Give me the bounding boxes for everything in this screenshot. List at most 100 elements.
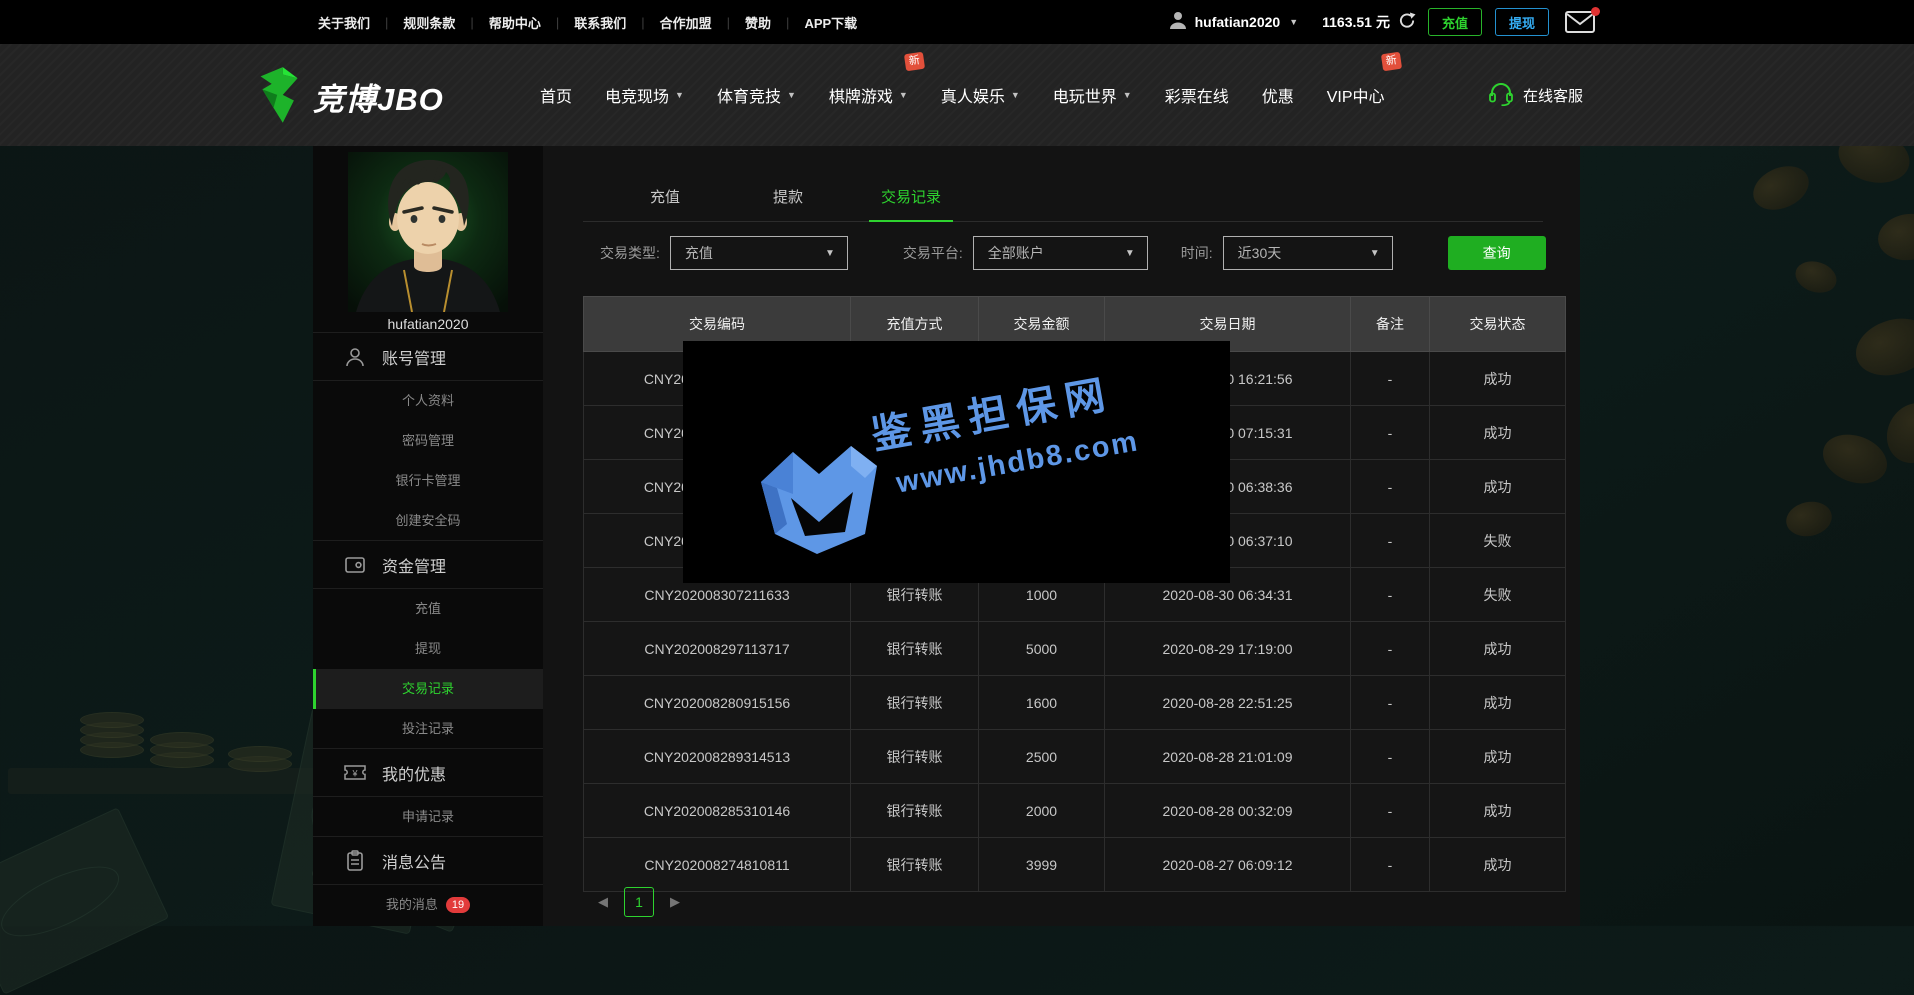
filter-select-transaction-type[interactable]: 充值 ▼ (670, 236, 848, 270)
coupon-icon: ¥ (343, 761, 367, 785)
nav-item-label: VIP中心 (1327, 83, 1385, 107)
filter-label: 交易类型: (600, 243, 660, 263)
nav-item-vip-center[interactable]: VIP中心新 (1327, 83, 1385, 107)
nav-item-promotions[interactable]: 优惠 (1262, 83, 1294, 107)
filter-group-time-range: 时间:近30天▼ (1181, 236, 1393, 270)
chevron-down-icon: ▼ (1370, 248, 1380, 259)
avatar[interactable] (348, 152, 508, 312)
mail-icon[interactable] (1565, 11, 1595, 33)
sidebar-item-bank-cards[interactable]: 银行卡管理 (313, 461, 543, 501)
nav-item-live-casino[interactable]: 真人娱乐▼ (941, 83, 1020, 107)
table-cell: - (1351, 406, 1430, 460)
top-link-sponsor[interactable]: 赞助 (745, 13, 771, 32)
user-icon (1168, 10, 1188, 35)
top-link-contact[interactable]: 联系我们 (574, 13, 626, 32)
sidebar-item-bet-records[interactable]: 投注记录 (313, 709, 543, 749)
nav-item-label: 首页 (540, 83, 572, 107)
table-cell: 银行转账 (851, 730, 979, 784)
sidebar-item-withdraw[interactable]: 提现 (313, 629, 543, 669)
next-page-icon[interactable]: ▶ (670, 894, 680, 910)
filter-select-time-range[interactable]: 近30天 ▼ (1223, 236, 1393, 270)
online-service[interactable]: 在线客服 (1488, 44, 1583, 146)
separator: | (727, 15, 730, 30)
sidebar-item-profile[interactable]: 个人资料 (313, 381, 543, 421)
nav-item-label: 彩票在线 (1165, 83, 1229, 107)
nav-item-arcade[interactable]: 电玩世界▼ (1053, 83, 1132, 107)
filter-selected-value: 充值 (685, 243, 713, 263)
table-cell: 成功 (1430, 460, 1566, 514)
sidebar-item-applications[interactable]: 申请记录 (313, 797, 543, 837)
nav-item-sports[interactable]: 体育竞技 ▼ (717, 83, 796, 107)
sidebar-section-label: 资金管理 (382, 553, 446, 577)
nav-item-lottery[interactable]: 彩票在线 (1165, 83, 1229, 107)
deposit-button[interactable]: 充值 (1428, 8, 1482, 36)
query-button[interactable]: 查询 (1448, 236, 1546, 270)
nav-item-label: 体育竞技 (717, 83, 781, 107)
table-cell: 失败 (1430, 568, 1566, 622)
balance-currency: 元 (1376, 12, 1390, 32)
withdraw-button[interactable]: 提现 (1495, 8, 1549, 36)
watermark-overlay: 鉴黑担保网 www.jhdb8.com (683, 341, 1230, 583)
nav-item-esports-live[interactable]: 电竞现场▼ (605, 83, 684, 107)
chevron-down-icon: ▼ (787, 90, 796, 100)
table-cell: 银行转账 (851, 676, 979, 730)
prev-page-icon[interactable]: ◀ (598, 894, 608, 910)
table-cell: - (1351, 838, 1430, 892)
top-link-about[interactable]: 关于我们 (318, 13, 370, 32)
table-cell: - (1351, 730, 1430, 784)
pagination: ◀ 1 ▶ (598, 887, 680, 917)
filter-group-transaction-type: 交易类型: 充值 ▼ (600, 236, 848, 270)
top-link-help[interactable]: 帮助中心 (489, 13, 541, 32)
balance-amount: 1163.51 (1322, 14, 1372, 30)
sidebar-section-funds[interactable]: 资金管理 (313, 540, 543, 589)
table-row: CNY202008285310146银行转账20002020-08-28 00:… (584, 784, 1566, 838)
chevron-down-icon: ▼ (825, 248, 835, 259)
logo-text: 竞博JBO (313, 74, 444, 119)
tab-deposit[interactable]: 充值 (610, 178, 720, 221)
table-cell: - (1351, 568, 1430, 622)
table-cell: 失败 (1430, 514, 1566, 568)
sidebar-item-password[interactable]: 密码管理 (313, 421, 543, 461)
filter-select-platform[interactable]: 全部账户▼ (973, 236, 1148, 270)
top-link-partners[interactable]: 合作加盟 (660, 13, 712, 32)
refresh-balance-icon[interactable] (1399, 12, 1416, 34)
nav-item-board-games[interactable]: 棋牌游戏▼新 (829, 83, 908, 107)
sidebar-section-messages[interactable]: 消息公告 (313, 836, 543, 885)
table-cell: CNY202008274810811 (584, 838, 851, 892)
table-row: CNY202008280915156银行转账16002020-08-28 22:… (584, 676, 1566, 730)
user-menu[interactable]: hufatian2020 ▼ (1168, 10, 1299, 35)
table-cell: 2020-08-28 00:32:09 (1105, 784, 1351, 838)
user-icon (343, 345, 367, 369)
table-row: CNY202008297113717银行转账50002020-08-29 17:… (584, 622, 1566, 676)
sidebar-section-label: 账号管理 (382, 345, 446, 369)
chevron-down-icon: ▼ (1125, 248, 1135, 259)
tab-transactions[interactable]: 交易记录 (856, 178, 966, 221)
table-row: CNY202008274810811银行转账39992020-08-27 06:… (584, 838, 1566, 892)
table-cell: 银行转账 (851, 838, 979, 892)
nav-item-home[interactable]: 首页 (540, 83, 572, 107)
svg-text:¥: ¥ (351, 769, 358, 779)
sidebar-item-security-code[interactable]: 创建安全码 (313, 501, 543, 541)
sidebar-section-promos[interactable]: ¥我的优惠 (313, 748, 543, 797)
sidebar-section-account[interactable]: 账号管理 (313, 332, 543, 381)
page-number[interactable]: 1 (624, 887, 654, 917)
sidebar-item-transactions[interactable]: 交易记录 (313, 669, 543, 709)
filter-selected-value: 近30天 (1238, 243, 1282, 263)
tab-withdrawal[interactable]: 提款 (733, 178, 843, 221)
top-link-rules[interactable]: 规则条款 (403, 13, 455, 32)
column-header: 交易状态 (1430, 297, 1566, 352)
top-utility-bar: 关于我们|规则条款|帮助中心|联系我们|合作加盟|赞助|APP下载 hufati… (0, 0, 1914, 44)
nav-item-label: 真人娱乐 (941, 83, 1005, 107)
filter-bar: 交易类型:充值▼交易平台:全部账户▼时间:近30天▼ 查询 (583, 234, 1546, 272)
table-cell: 银行转账 (851, 622, 979, 676)
table-cell: 成功 (1430, 622, 1566, 676)
top-links: 关于我们|规则条款|帮助中心|联系我们|合作加盟|赞助|APP下载 (318, 13, 857, 32)
account-sidebar: hufatian2020 账号管理个人资料密码管理银行卡管理创建安全码资金管理充… (313, 146, 543, 926)
top-link-app-download[interactable]: APP下载 (804, 13, 857, 32)
table-cell: CNY202008285310146 (584, 784, 851, 838)
logo[interactable]: 竞博JBO (255, 64, 444, 129)
chevron-down-icon: ▼ (1289, 17, 1298, 27)
sidebar-item-deposit[interactable]: 充值 (313, 589, 543, 629)
table-cell: CNY202008280915156 (584, 676, 851, 730)
sidebar-item-my-messages[interactable]: 我的消息19 (313, 885, 543, 925)
